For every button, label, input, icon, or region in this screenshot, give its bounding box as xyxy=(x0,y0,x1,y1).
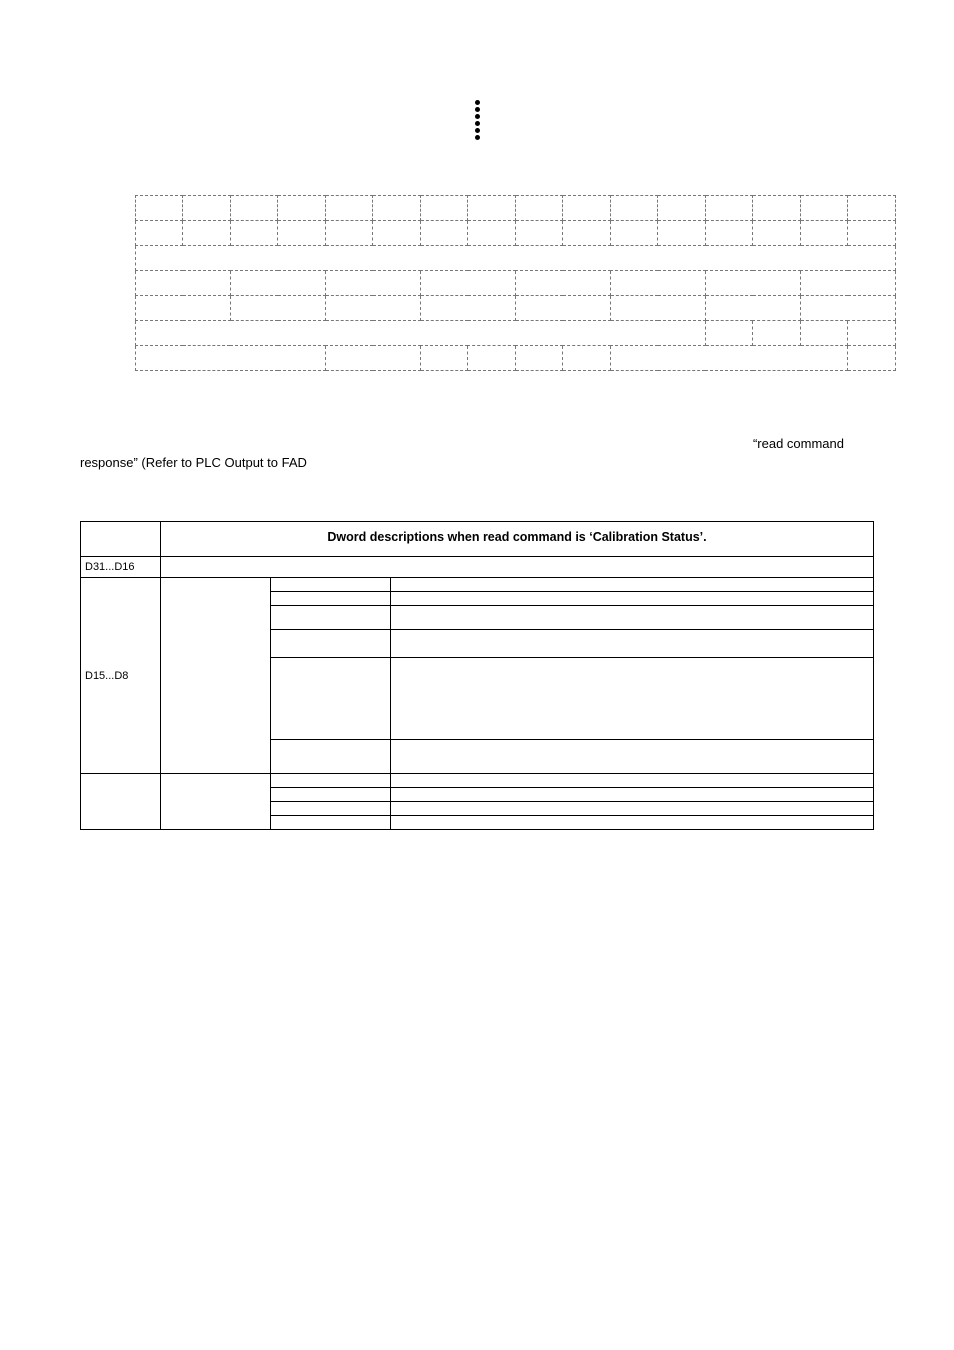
bullets xyxy=(475,100,480,140)
table-row: D31...D16 xyxy=(81,557,874,578)
row-label xyxy=(80,271,135,321)
table-row xyxy=(80,271,895,296)
bits-label: D15...D8 xyxy=(81,578,161,774)
table-row: D15...D8 xyxy=(81,578,874,592)
bullet-icon xyxy=(475,114,480,119)
bullet-stack xyxy=(80,100,874,140)
table-row xyxy=(80,346,895,371)
table-row xyxy=(80,321,895,346)
bits-label: D31...D16 xyxy=(81,557,161,578)
para-right: “read command xyxy=(753,436,844,451)
table-row xyxy=(80,196,895,221)
bullet-icon xyxy=(475,135,480,140)
page: “read command response” (Refer to PLC Ou… xyxy=(0,0,954,1350)
para-left: response” (Refer to PLC Output to FAD xyxy=(80,455,307,470)
row-label xyxy=(80,321,135,371)
table-header: Dword descriptions when read command is … xyxy=(161,522,874,557)
bullet-icon xyxy=(475,128,480,133)
bit-grid-table xyxy=(80,195,896,371)
row-label xyxy=(80,246,135,271)
bullet-icon xyxy=(475,100,480,105)
bullet-icon xyxy=(475,107,480,112)
calibration-status-table: Dword descriptions when read command is … xyxy=(80,521,874,830)
paragraph-fragment: “read command response” (Refer to PLC Ou… xyxy=(80,436,874,486)
table-row xyxy=(80,296,895,321)
row-label xyxy=(80,196,135,246)
table-row xyxy=(80,221,895,246)
table-row xyxy=(81,774,874,788)
table-row xyxy=(80,246,895,271)
table-header-row: Dword descriptions when read command is … xyxy=(81,522,874,557)
bits-label xyxy=(81,774,161,830)
bullet-icon xyxy=(475,121,480,126)
header-empty xyxy=(81,522,161,557)
